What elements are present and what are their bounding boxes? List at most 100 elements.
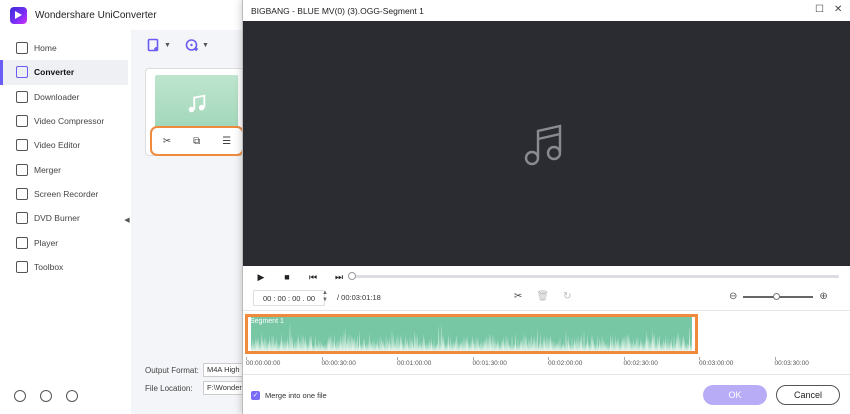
notification-icon[interactable]: [40, 390, 52, 402]
preview-area: [243, 21, 850, 266]
sidebar-item-label: Player: [34, 237, 59, 248]
feedback-icon[interactable]: [66, 390, 78, 402]
help-icon[interactable]: [14, 390, 26, 402]
segment-start-handle[interactable]: [248, 317, 251, 351]
delete-icon[interactable]: 🗑: [536, 291, 549, 302]
sidebar-item-toolbox[interactable]: Toolbox: [0, 255, 128, 279]
time-input[interactable]: 00 : 00 : 00 . 00: [253, 290, 325, 306]
ruler-tick-label: 00:03:30:00: [774, 360, 809, 367]
sidebar-item-downloader[interactable]: Downloader: [0, 85, 128, 109]
downloader-icon: [16, 90, 28, 103]
trim-icon[interactable]: ✂: [163, 136, 171, 147]
home-icon: [16, 42, 28, 55]
toolbox-icon: [16, 260, 28, 273]
recorder-icon: [16, 187, 28, 200]
zoom-out-icon[interactable]: ⊖: [729, 291, 737, 302]
app-title: Wondershare UniConverter: [35, 9, 157, 21]
close-icon[interactable]: ✕: [834, 4, 842, 15]
sidebar-item-home[interactable]: Home: [0, 36, 128, 60]
sidebar: Home Converter Downloader Video Compressor V…: [0, 36, 128, 376]
player-icon: [16, 236, 28, 249]
app-titlebar: Wondershare UniConverter: [0, 0, 250, 30]
sidebar-item-merger[interactable]: Merger: [0, 157, 128, 181]
ruler-tick-label: 00:03:00:00: [699, 360, 734, 367]
next-frame-icon[interactable]: ⏭: [333, 272, 345, 283]
sidebar-item-label: DVD Burner: [34, 213, 80, 224]
chevron-down-icon: ▼: [164, 41, 171, 49]
ruler-tick-label: 00:01:00:00: [397, 360, 432, 367]
ruler-tick-label: 00:00:00:00: [246, 360, 281, 367]
editor-icon: [16, 139, 28, 152]
music-note-icon: [188, 94, 205, 113]
dvd-icon: [16, 212, 28, 225]
ruler-tick-label: 00:02:00:00: [548, 360, 583, 367]
output-format-label: Output Format:: [145, 365, 199, 375]
card-edit-tools: ✂ ⧉ ☰: [150, 126, 244, 156]
ruler-tick-label: 00:01:30:00: [472, 360, 507, 367]
merge-option[interactable]: ✓ Merge into one file: [251, 391, 327, 400]
output-format-row: Output Format: M4A High Q: [145, 363, 251, 377]
sidebar-item-label: Home: [34, 43, 57, 54]
sidebar-item-label: Downloader: [34, 91, 80, 102]
merge-checkbox[interactable]: ✓: [251, 391, 260, 400]
sidebar-item-label: Video Compressor: [34, 116, 105, 127]
zoom-knob[interactable]: [773, 292, 781, 300]
zoom-control: ⊖ ⊕: [729, 291, 828, 302]
merge-label: Merge into one file: [265, 391, 327, 400]
cancel-button[interactable]: Cancel: [776, 385, 840, 405]
sidebar-item-video-editor[interactable]: Video Editor: [0, 133, 128, 157]
converter-icon: [16, 66, 28, 79]
maximize-icon[interactable]: ☐: [815, 4, 824, 15]
segment-1[interactable]: Segment 1: [245, 314, 698, 354]
file-card[interactable]: ✂ ⧉ ☰: [145, 68, 245, 156]
sidebar-item-screen-recorder[interactable]: Screen Recorder: [0, 182, 128, 206]
cut-icon[interactable]: ✂: [514, 291, 522, 302]
timeline-ruler: 00:00:00:00 00:00:30:00 00:01:00:00 00:01:3…: [243, 357, 850, 369]
converter-toolbar: ▼ ▼: [147, 38, 209, 52]
audio-waveform: [248, 321, 695, 351]
add-dvd-button[interactable]: ▼: [185, 38, 209, 52]
sidebar-item-label: Merger: [34, 164, 61, 175]
effects-icon[interactable]: ☰: [222, 136, 231, 147]
waveform-path: [248, 321, 695, 351]
previous-frame-icon[interactable]: ⏮: [307, 272, 319, 283]
ruler-tick-label: 00:02:30:00: [623, 360, 658, 367]
time-stepper-icon[interactable]: ▲ ▼: [322, 290, 328, 304]
sidebar-item-dvd-burner[interactable]: DVD Burner: [0, 206, 128, 230]
timeline-tools: ✂ 🗑 ↻: [514, 291, 571, 302]
ruler-tick-label: 00:00:30:00: [321, 360, 356, 367]
sidebar-item-video-compressor[interactable]: Video Compressor: [0, 109, 128, 133]
sidebar-bottom-icons: [14, 390, 78, 402]
sidebar-item-label: Toolbox: [34, 261, 64, 272]
music-note-icon: [524, 124, 562, 166]
merger-icon: [16, 163, 28, 176]
stop-icon[interactable]: ■: [281, 272, 293, 282]
compress-icon: [16, 115, 28, 128]
chevron-down-icon: ▼: [201, 41, 209, 49]
sidebar-item-player[interactable]: Player: [0, 230, 128, 254]
dialog-title: BIGBANG - BLUE MV(0) (3).OGG-Segment 1: [251, 6, 424, 16]
play-icon[interactable]: ▶: [255, 272, 267, 283]
audio-thumbnail: [155, 75, 238, 133]
time-row: 00 : 00 : 00 . 00 ▲ ▼ / 00:03:01:18 ✂ 🗑 ↻…: [243, 290, 850, 308]
ok-button[interactable]: OK: [703, 385, 767, 405]
add-file-icon: [147, 38, 159, 52]
progress-knob[interactable]: [348, 272, 356, 280]
timeline: Segment 1 00:00:00:00 00:00:30:00 00:01:00…: [243, 310, 850, 370]
app-logo-icon: [10, 6, 27, 24]
dialog-footer: ✓ Merge into one file OK Cancel: [243, 374, 850, 414]
sidebar-item-label: Converter: [34, 67, 75, 78]
sidebar-item-label: Screen Recorder: [34, 188, 99, 199]
zoom-slider[interactable]: [743, 292, 814, 300]
total-duration: / 00:03:01:18: [337, 293, 381, 302]
zoom-in-icon[interactable]: ⊕: [819, 291, 827, 302]
playback-progress-bar[interactable]: [348, 272, 839, 280]
segment-end-handle[interactable]: [692, 317, 695, 351]
sidebar-item-converter[interactable]: Converter: [0, 60, 128, 85]
file-location-row: File Location: F:\Wonders: [145, 381, 251, 395]
crop-icon[interactable]: ⧉: [193, 136, 200, 147]
trim-dialog: BIGBANG - BLUE MV(0) (3).OGG-Segment 1 ☐…: [242, 0, 850, 414]
file-location-label: File Location:: [145, 383, 193, 393]
reset-icon[interactable]: ↻: [563, 291, 571, 302]
add-files-button[interactable]: ▼: [147, 38, 171, 52]
